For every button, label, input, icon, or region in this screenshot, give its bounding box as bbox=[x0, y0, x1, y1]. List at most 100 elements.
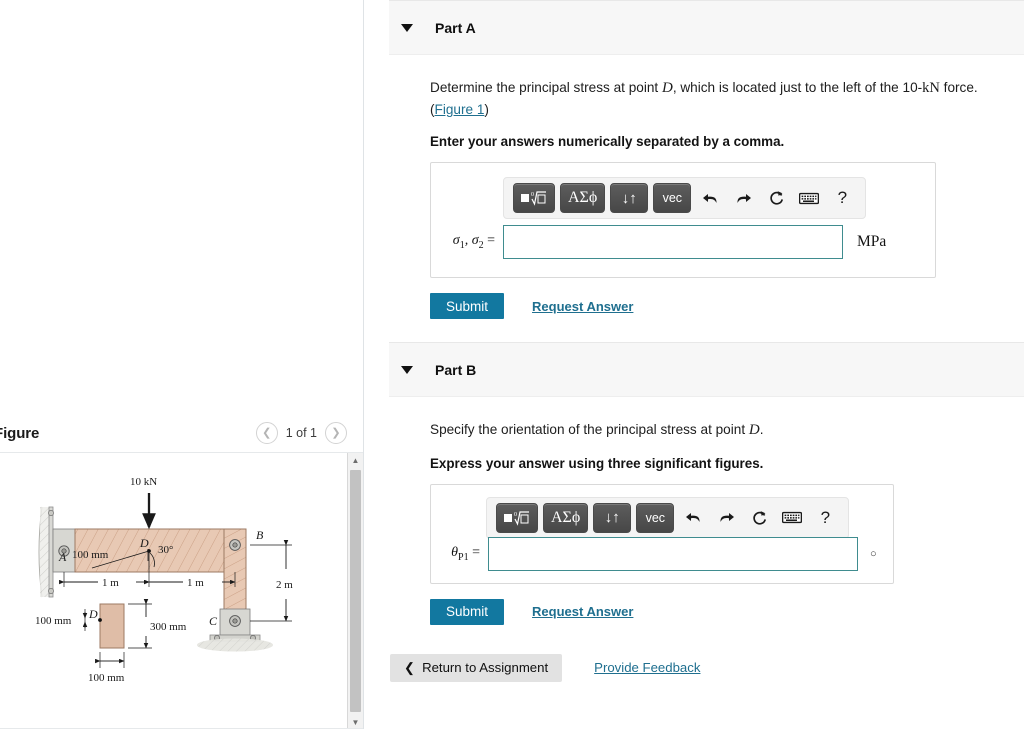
section-height-label: 300 mm bbox=[150, 621, 187, 633]
part-a-body: Determine the principal stress at point … bbox=[389, 55, 1024, 320]
height-label: 2 m bbox=[276, 579, 293, 591]
page-title: Figure bbox=[0, 424, 40, 442]
scroll-up-icon[interactable]: ▲ bbox=[348, 453, 363, 468]
keyboard-icon bbox=[782, 512, 803, 524]
question-text-pre: Determine the principal stress at point bbox=[430, 80, 662, 95]
part-a-answer-box: 0 ΑΣϕ ↓↑ vec ? σ1, σ2 = MPa bbox=[430, 162, 936, 279]
figure-scrollbar[interactable]: ▲ ▼ bbox=[347, 453, 363, 728]
help-button[interactable]: ? bbox=[811, 505, 839, 531]
question-panel: Part A Determine the principal stress at… bbox=[389, 0, 1024, 729]
figure-panel: Figure ❮ 1 of 1 ❯ bbox=[0, 0, 364, 729]
point-d-label: D bbox=[139, 536, 149, 550]
vector-button[interactable]: vec bbox=[636, 502, 675, 533]
figure-1-link[interactable]: Figure 1 bbox=[435, 102, 485, 117]
part-a-math-toolbar: 0 ΑΣϕ ↓↑ vec ? bbox=[503, 177, 867, 220]
part-b-submit-button[interactable]: Submit bbox=[430, 598, 505, 625]
point-c-label: C bbox=[209, 614, 218, 628]
keyboard-button[interactable] bbox=[778, 505, 806, 531]
part-a-unit-label: MPa bbox=[857, 233, 887, 251]
sigma-separator: , σ bbox=[464, 233, 479, 249]
question-text-tail: force. bbox=[939, 80, 978, 95]
section-offset-label: 100 mm bbox=[35, 615, 72, 627]
equals-sign: = bbox=[483, 233, 495, 249]
sup-sub-button[interactable]: ↓↑ bbox=[610, 183, 649, 214]
caret-down-icon[interactable] bbox=[401, 23, 413, 32]
figure-pager: ❮ 1 of 1 ❯ bbox=[255, 422, 347, 444]
part-b-body: Specify the orientation of the principal… bbox=[389, 397, 1024, 682]
template-sqrt-button[interactable]: 0 bbox=[513, 183, 555, 214]
theta-p1-subscript: P1 bbox=[458, 551, 469, 563]
keyboard-button[interactable] bbox=[795, 185, 823, 211]
figure-panel-header: Figure ❮ 1 of 1 ❯ bbox=[0, 416, 363, 450]
sqrt-glyph-icon: 0 bbox=[521, 191, 546, 206]
offset-label: 100 mm bbox=[72, 549, 109, 561]
figure-count-label: 1 of 1 bbox=[285, 426, 317, 440]
beam-frame-diagram: 10 kN D 30° A 100 mm B C 1 m 1 m 2 m D 1… bbox=[35, 476, 293, 684]
scrollbar-thumb[interactable] bbox=[350, 470, 361, 712]
undo-button[interactable] bbox=[679, 505, 707, 531]
part-b-question: Specify the orientation of the principal… bbox=[430, 419, 1024, 442]
span-left-label: 1 m bbox=[102, 577, 119, 589]
footer-actions: ❮ Return to Assignment Provide Feedback bbox=[390, 653, 1024, 682]
part-b-answer-box: 0 ΑΣϕ ↓↑ vec ? θP1 = ○ bbox=[430, 483, 894, 584]
part-b-unit-label: ○ bbox=[870, 547, 877, 560]
part-a-instruction: Enter your answers numerically separated… bbox=[430, 134, 785, 150]
svg-text:0: 0 bbox=[514, 512, 517, 518]
part-a-answer-row: σ1, σ2 = MPa bbox=[431, 225, 935, 260]
part-b-submit-row: Submit Request Answer bbox=[430, 598, 1024, 625]
chevron-left-icon[interactable]: ❮ bbox=[255, 422, 278, 444]
part-a-answer-input[interactable] bbox=[503, 225, 843, 260]
redo-arrow-icon bbox=[720, 513, 734, 523]
question-unit-kn: kN bbox=[922, 80, 940, 96]
question-var-d: D bbox=[748, 422, 760, 439]
undo-button[interactable] bbox=[696, 185, 724, 211]
chevron-right-icon[interactable]: ❯ bbox=[325, 422, 347, 444]
provide-feedback-link[interactable]: Provide Feedback bbox=[594, 660, 700, 675]
reset-button[interactable] bbox=[762, 185, 790, 211]
angle-label: 30° bbox=[158, 544, 173, 556]
sqrt-glyph-icon: 0 bbox=[504, 511, 529, 526]
template-sqrt-button[interactable]: 0 bbox=[496, 502, 538, 533]
undo-arrow-icon bbox=[685, 513, 700, 523]
greek-symbols-button[interactable]: ΑΣϕ bbox=[543, 502, 589, 533]
refresh-circle-icon bbox=[753, 510, 766, 525]
return-button-label: Return to Assignment bbox=[422, 660, 549, 676]
part-b-answer-row: θP1 = ○ bbox=[431, 536, 893, 571]
question-text-post: . bbox=[759, 422, 764, 438]
part-a-request-answer-link[interactable]: Request Answer bbox=[532, 299, 633, 314]
part-a-submit-button[interactable]: Submit bbox=[430, 293, 505, 320]
part-b-title: Part B bbox=[435, 361, 477, 378]
part-a-question: Determine the principal stress at point … bbox=[430, 80, 978, 117]
part-a-header[interactable]: Part A bbox=[389, 0, 1024, 55]
caret-down-icon[interactable] bbox=[401, 365, 413, 374]
sigma-symbol: σ bbox=[452, 233, 460, 249]
sup-sub-button[interactable]: ↓↑ bbox=[593, 502, 632, 533]
point-a-label: A bbox=[58, 550, 67, 564]
scroll-down-icon[interactable]: ▼ bbox=[348, 715, 363, 728]
return-to-assignment-button[interactable]: ❮ Return to Assignment bbox=[390, 653, 563, 682]
part-a-variable-label: σ1, σ2 = bbox=[431, 233, 503, 251]
part-a-title: Part A bbox=[435, 19, 476, 36]
part-b-answer-input[interactable] bbox=[488, 536, 858, 571]
redo-arrow-icon bbox=[737, 193, 751, 203]
question-text-pre: Specify the orientation of the principal… bbox=[430, 422, 749, 438]
span-right-label: 1 m bbox=[187, 577, 204, 589]
section-width-label: 100 mm bbox=[88, 672, 125, 684]
part-b-variable-label: θP1 = bbox=[431, 545, 488, 563]
figure-viewport: 10 kN D 30° A 100 mm B C 1 m 1 m 2 m D 1… bbox=[0, 452, 363, 729]
vector-button[interactable]: vec bbox=[653, 183, 692, 214]
svg-text:0: 0 bbox=[531, 192, 534, 198]
help-button[interactable]: ? bbox=[828, 185, 856, 211]
redo-button[interactable] bbox=[712, 505, 740, 531]
question-var-d: D bbox=[661, 80, 673, 96]
engineering-diagram: 10 kN D 30° A 100 mm B C 1 m 1 m 2 m D 1… bbox=[28, 469, 328, 704]
part-b-request-answer-link[interactable]: Request Answer bbox=[532, 604, 633, 619]
greek-symbols-button[interactable]: ΑΣϕ bbox=[560, 183, 606, 214]
reset-button[interactable] bbox=[745, 505, 773, 531]
part-a-submit-row: Submit Request Answer bbox=[430, 293, 1024, 320]
question-text-post: , which is located just to the left of t… bbox=[672, 80, 923, 95]
keyboard-icon bbox=[799, 192, 820, 204]
part-b-header[interactable]: Part B bbox=[389, 342, 1024, 398]
redo-button[interactable] bbox=[729, 185, 757, 211]
load-label: 10 kN bbox=[130, 476, 157, 488]
